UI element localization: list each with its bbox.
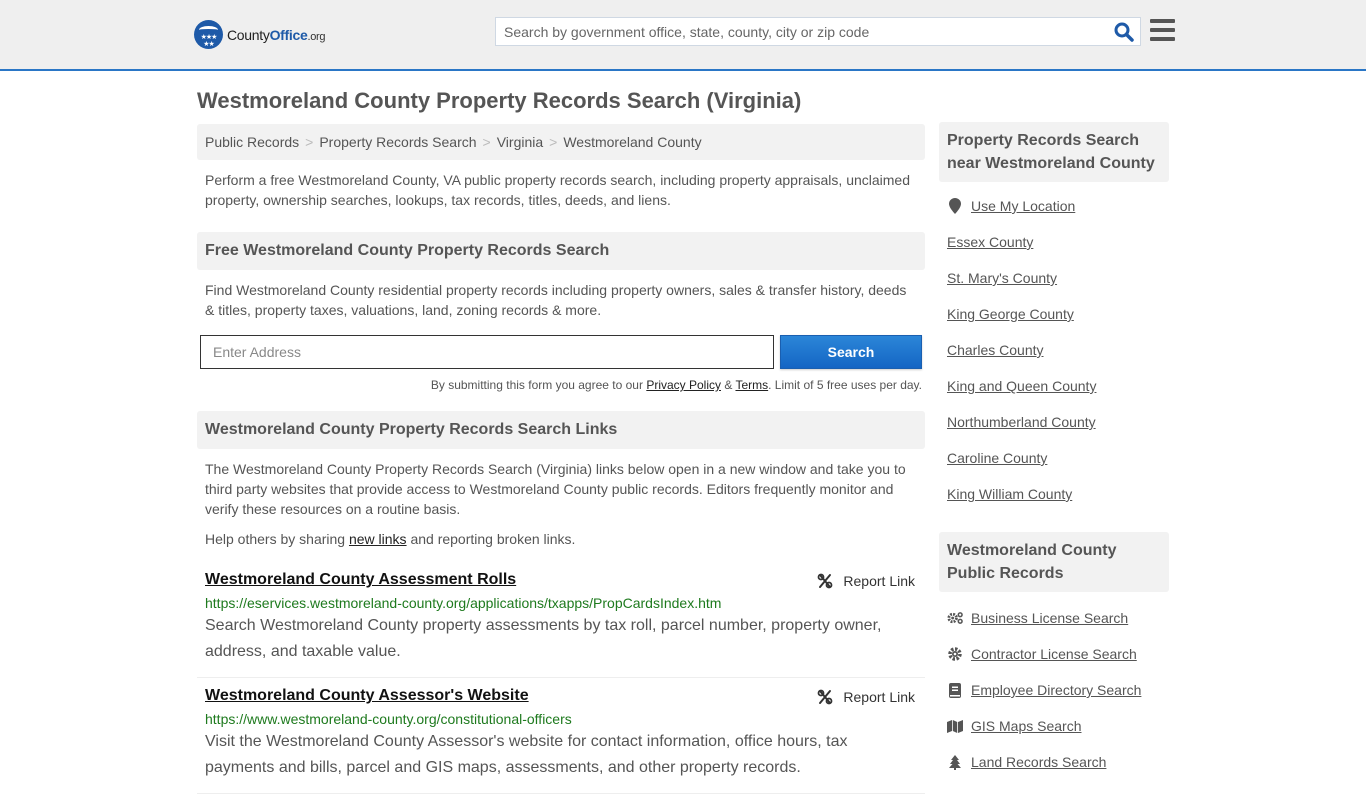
- gears-icon: [947, 611, 963, 625]
- site-header: ★★★ ★★ CountyOffice.org: [0, 0, 1366, 71]
- free-search-description: Find Westmoreland County residential pro…: [205, 282, 907, 318]
- logo-text: CountyOffice.org: [227, 26, 326, 43]
- nearby-county-link[interactable]: King and Queen County: [947, 378, 1096, 394]
- link-url: https://www.westmoreland-county.org/cons…: [205, 711, 572, 727]
- public-record-item: Employee Directory Search: [947, 672, 1161, 708]
- link-description: Visit the Westmoreland County Assessor's…: [205, 733, 848, 776]
- breadcrumb-separator: >: [482, 134, 491, 150]
- contractor-license-search-link[interactable]: Contractor License Search: [971, 646, 1137, 662]
- intro-text: Perform a free Westmoreland County, VA p…: [205, 172, 911, 208]
- breadcrumb-separator: >: [549, 134, 558, 150]
- map-marker-icon: [947, 198, 963, 214]
- use-my-location-link[interactable]: Use My Location: [971, 198, 1075, 214]
- address-input[interactable]: [200, 335, 774, 369]
- nearby-county-link[interactable]: St. Mary's County: [947, 270, 1057, 286]
- help-text: Help others by sharing new links and rep…: [205, 531, 576, 547]
- breadcrumb-separator: >: [305, 134, 314, 150]
- broken-link-icon: [818, 689, 833, 705]
- links-description: The Westmoreland County Property Records…: [205, 461, 906, 517]
- report-link-button[interactable]: Report Link: [817, 573, 915, 589]
- free-search-heading: Free Westmoreland County Property Record…: [197, 232, 925, 270]
- link-title[interactable]: Westmoreland County Assessment Rolls: [205, 571, 516, 588]
- nearby-heading: Property Records Search near Westmorelan…: [939, 122, 1169, 182]
- public-records-list: Business License Search Contractor Licen…: [939, 600, 1169, 780]
- public-record-item: GIS Maps Search: [947, 708, 1161, 744]
- business-license-search-link[interactable]: Business License Search: [971, 610, 1128, 626]
- link-title[interactable]: Westmoreland County Assessor's Website: [205, 687, 529, 704]
- public-record-item: Business License Search: [947, 600, 1161, 636]
- logo-eagle-icon: ★★★ ★★: [194, 20, 223, 49]
- address-search-form: Search: [197, 335, 925, 369]
- breadcrumb-property-records[interactable]: Property Records Search: [319, 134, 476, 150]
- new-links-link[interactable]: new links: [349, 531, 407, 547]
- link-url: https://eservices.westmoreland-county.or…: [205, 595, 722, 611]
- nearby-county-item: Essex County: [947, 224, 1161, 260]
- main-content: Public Records > Property Records Search > V…: [197, 124, 925, 794]
- report-link-button[interactable]: Report Link: [817, 689, 915, 705]
- site-search: [495, 17, 1141, 46]
- link-item: Westmoreland County Assessment Rolls Rep…: [197, 571, 925, 678]
- public-records-heading: Westmoreland County Public Records: [939, 532, 1169, 592]
- gis-maps-search-link[interactable]: GIS Maps Search: [971, 718, 1082, 734]
- nearby-county-item: King William County: [947, 476, 1161, 512]
- nearby-county-item: King and Queen County: [947, 368, 1161, 404]
- terms-notice: By submitting this form you agree to our…: [430, 378, 922, 392]
- breadcrumb-virginia[interactable]: Virginia: [497, 134, 543, 150]
- book-icon: [947, 682, 963, 698]
- links-heading: Westmoreland County Property Records Sea…: [197, 411, 925, 449]
- terms-link[interactable]: Terms: [735, 378, 768, 392]
- employee-directory-search-link[interactable]: Employee Directory Search: [971, 682, 1141, 698]
- public-record-item: Contractor License Search: [947, 636, 1161, 672]
- nearby-county-item: Caroline County: [947, 440, 1161, 476]
- nearby-county-item: Charles County: [947, 332, 1161, 368]
- nearby-list: Use My Location Essex County St. Mary's …: [939, 188, 1169, 512]
- tree-icon: [947, 754, 963, 770]
- nearby-county-link[interactable]: Essex County: [947, 234, 1033, 250]
- nearby-county-link[interactable]: King William County: [947, 486, 1072, 502]
- link-description: Search Westmoreland County property asse…: [205, 617, 882, 660]
- nearby-county-link[interactable]: Caroline County: [947, 450, 1047, 466]
- breadcrumb-current: Westmoreland County: [563, 134, 702, 150]
- map-icon: [947, 719, 963, 733]
- sidebar: Property Records Search near Westmorelan…: [939, 122, 1169, 780]
- nearby-county-link[interactable]: Northumberland County: [947, 414, 1096, 430]
- gear-icon: [947, 647, 963, 661]
- nearby-county-link[interactable]: King George County: [947, 306, 1074, 322]
- logo[interactable]: ★★★ ★★ CountyOffice.org: [194, 20, 326, 49]
- hamburger-menu-icon[interactable]: [1150, 19, 1175, 41]
- nearby-county-item: Northumberland County: [947, 404, 1161, 440]
- nearby-county-item: King George County: [947, 296, 1161, 332]
- nearby-county-item: St. Mary's County: [947, 260, 1161, 296]
- breadcrumb: Public Records > Property Records Search > V…: [197, 124, 925, 160]
- public-record-item: Land Records Search: [947, 744, 1161, 780]
- broken-link-icon: [818, 573, 833, 589]
- use-location-item: Use My Location: [947, 188, 1161, 224]
- privacy-policy-link[interactable]: Privacy Policy: [646, 378, 721, 392]
- site-search-input[interactable]: [496, 18, 1096, 45]
- link-item: Westmoreland County Assessor's Website R…: [197, 687, 925, 794]
- address-search-button[interactable]: Search: [780, 335, 922, 369]
- search-icon[interactable]: [1114, 22, 1134, 42]
- page-title: Westmoreland County Property Records Sea…: [197, 88, 802, 113]
- breadcrumb-public-records[interactable]: Public Records: [205, 134, 299, 150]
- nearby-county-link[interactable]: Charles County: [947, 342, 1044, 358]
